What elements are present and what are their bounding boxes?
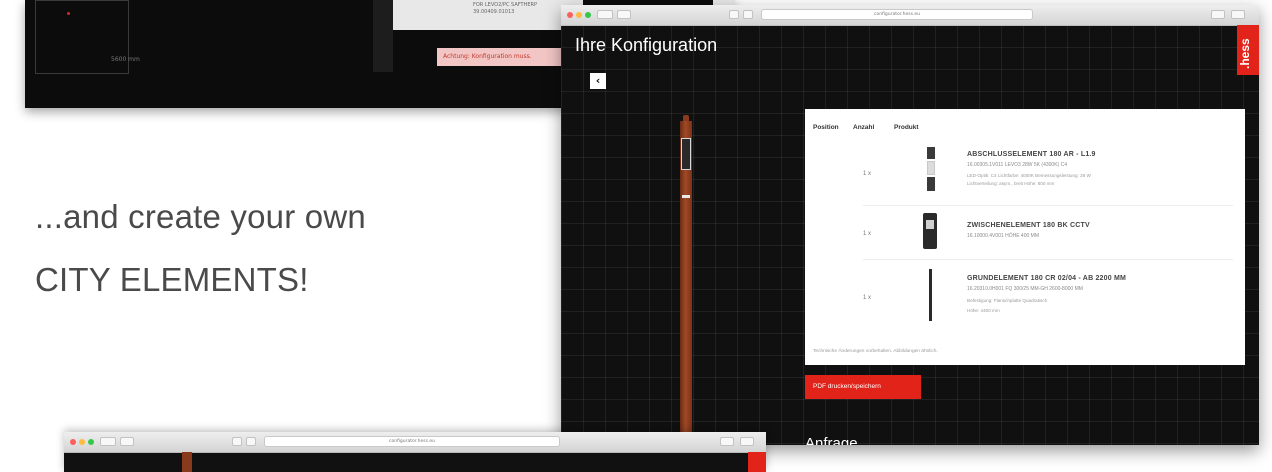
sidebar-toggle-button[interactable] <box>120 437 134 446</box>
minimize-window-icon[interactable] <box>576 12 582 18</box>
product-panel: FOR LEVO2/PC SAFTHERP 39.00409.01013 <box>393 0 583 30</box>
configuration-table: Position Anzahl Produkt 1 x ABSCHLUSSELE… <box>805 109 1245 365</box>
tagline-line-2: CITY ELEMENTS! <box>35 261 309 298</box>
zoom-window-icon[interactable] <box>88 439 94 445</box>
row-divider <box>863 259 1233 260</box>
row-product-title: ABSCHLUSSELEMENT 180 AR - L1.9 <box>967 151 1096 158</box>
browser-toolbar: configurator.hess.eu <box>561 5 1259 26</box>
warning-banner: Achtung: Konfiguration muss. <box>437 48 565 66</box>
row-product-code: 16.20310.0H001 FQ 300/25 MM-GH 2600-8000… <box>967 286 1083 292</box>
minimize-window-icon[interactable] <box>79 439 85 445</box>
close-window-icon[interactable] <box>567 12 573 18</box>
page-title: Ihre Konfiguration <box>575 35 718 55</box>
header-product: Produkt <box>894 124 919 131</box>
row-product-code: 16.00305.1V011 LEVO3 28W 5K (4300K) C4 <box>967 162 1067 168</box>
header-quantity: Anzahl <box>853 124 875 131</box>
header-position: Position <box>813 124 839 131</box>
tagline-line-1: ...and create your own <box>35 198 366 235</box>
share-icon[interactable] <box>720 437 734 446</box>
row-quantity: 1 x <box>863 295 872 301</box>
product-thumbnail <box>927 147 935 197</box>
back-button[interactable]: ‹ <box>590 73 606 89</box>
product-thumbnail <box>929 269 932 321</box>
extension-icon[interactable] <box>729 10 739 19</box>
legal-footnote: Technische Änderungen vorbehalten. Abbil… <box>813 349 938 354</box>
row-divider <box>863 205 1233 206</box>
shield-icon[interactable] <box>743 10 753 19</box>
pole-preview <box>373 0 393 72</box>
pdf-print-save-button[interactable]: PDF drucken/speichern <box>805 375 921 399</box>
row-product-title: GRUNDELEMENT 180 CR 02/04 - AB 2200 MM <box>967 275 1127 282</box>
tabs-icon[interactable] <box>1231 10 1245 19</box>
row-product-title: ZWISCHENELEMENT 180 BK CCTV <box>967 222 1090 229</box>
pole-preview <box>182 452 192 472</box>
pole-selected-segment[interactable] <box>681 138 691 170</box>
row-spec: Lichtverteilung: asym., breit Höhe: 800 … <box>967 181 1055 186</box>
brand-tab[interactable]: .hess <box>1237 25 1259 75</box>
product-thumbnail <box>923 213 937 249</box>
tabs-icon[interactable] <box>740 437 754 446</box>
product-panel-text: FOR LEVO2/PC SAFTHERP 39.00409.01013 <box>473 2 537 16</box>
row-spec: Befestigung: Flanschplatte Quadratisch <box>967 298 1048 303</box>
size-label: 5600 mm <box>111 56 140 63</box>
panel-line: FOR LEVO2/PC SAFTHERP <box>473 2 537 8</box>
shield-icon[interactable] <box>246 437 256 446</box>
hess-logo: .hess <box>1238 38 1252 69</box>
row-spec: LED-Optik: C4 Lichtfarbe: 4000K Bemessun… <box>967 173 1091 178</box>
row-quantity: 1 x <box>863 231 872 237</box>
back-forward-buttons[interactable] <box>100 437 116 446</box>
extension-icon[interactable] <box>232 437 242 446</box>
share-icon[interactable] <box>1211 10 1225 19</box>
back-forward-buttons[interactable] <box>597 10 613 19</box>
zoom-window-icon[interactable] <box>585 12 591 18</box>
main-browser-window: configurator.hess.eu Ihre Konfiguration … <box>561 5 1259 445</box>
pole-camera-mark <box>682 195 690 198</box>
address-bar[interactable]: configurator.hess.eu <box>264 436 560 447</box>
browser-toolbar: configurator.hess.eu <box>64 432 766 453</box>
address-bar[interactable]: configurator.hess.eu <box>761 9 1033 20</box>
bottom-browser-window: configurator.hess.eu <box>64 432 766 472</box>
row-quantity: 1 x <box>863 171 872 177</box>
panel-line: 39.00409.01013 <box>473 9 515 15</box>
row-product-code: 16.10000.4V001 HÖHE 400 MM <box>967 233 1039 239</box>
row-spec: Höhe: 4400 mm <box>967 308 1000 313</box>
request-heading: Anfrage <box>805 435 858 445</box>
close-window-icon[interactable] <box>70 439 76 445</box>
sidebar-toggle-button[interactable] <box>617 10 631 19</box>
brand-tab[interactable] <box>748 452 766 472</box>
marker-dot <box>67 12 70 15</box>
